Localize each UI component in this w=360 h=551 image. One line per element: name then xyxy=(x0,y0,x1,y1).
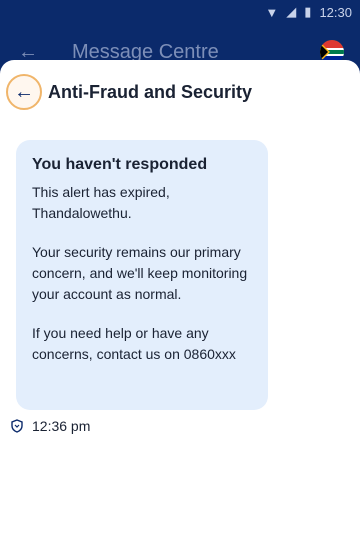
message-paragraph: Your security remains our primary concer… xyxy=(32,244,248,302)
bank-shield-icon xyxy=(11,419,23,433)
status-time: 12:30 xyxy=(319,4,352,20)
message-meta: 12:36 pm xyxy=(10,418,90,434)
message-paragraph: This alert has expired, Thandalowethu. xyxy=(32,184,170,221)
signal-icon: ◢ xyxy=(286,4,297,19)
status-bar: ▼ ◢ ▮ 12:30 xyxy=(0,0,360,24)
message-bubble: You haven't responded This alert has exp… xyxy=(16,140,268,410)
sheet-header: ← Anti-Fraud and Security xyxy=(0,74,360,118)
sheet-title: Anti-Fraud and Security xyxy=(48,82,253,102)
message-timestamp: 12:36 pm xyxy=(32,418,91,434)
wifi-icon: ▼ xyxy=(265,4,279,20)
battery-icon: ▮ xyxy=(304,4,312,19)
sheet-back-button[interactable]: ← xyxy=(6,74,42,110)
message-heading: You haven't responded xyxy=(32,156,208,173)
message-paragraph: If you need help or have any concerns, c… xyxy=(32,325,236,362)
message-sheet: ← Anti-Fraud and Security You haven't re… xyxy=(0,60,360,551)
arrow-left-icon: ← xyxy=(14,80,34,103)
